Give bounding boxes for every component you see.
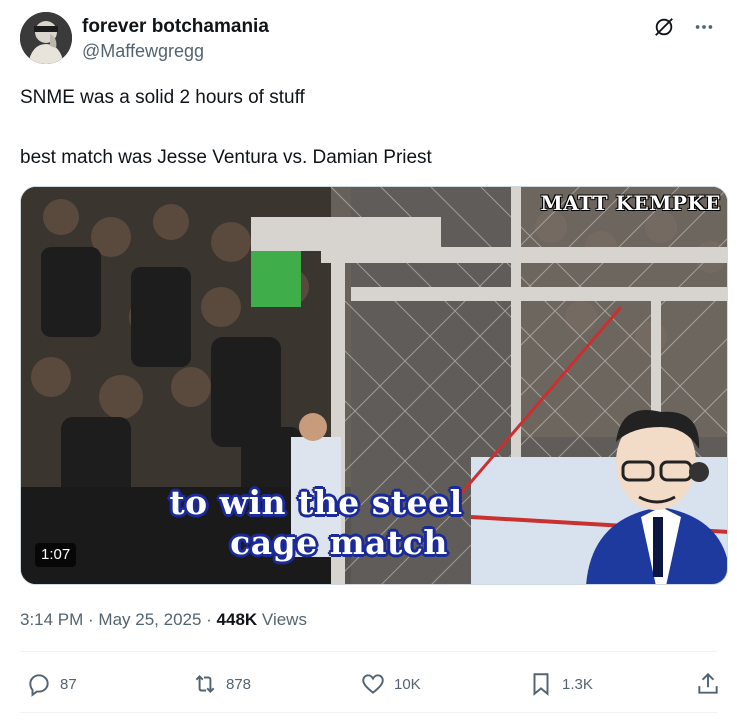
more-icon[interactable] [691, 14, 717, 40]
video-watermark: MATT KEMPKE [540, 191, 721, 215]
reply-icon [29, 674, 49, 697]
reply-button[interactable]: 87 [26, 671, 77, 697]
video-player[interactable]: MATT KEMPKE to win the steel cage match … [20, 186, 728, 585]
tweet-text-line-2: best match was Jesse Ventura vs. Damian … [20, 147, 432, 168]
tweet-meta: 3:14 PM · May 25, 2025 · 448K Views [20, 608, 307, 632]
tweet-time[interactable]: 3:14 PM [20, 610, 83, 629]
author-handle[interactable]: @Maffewgregg [82, 39, 269, 63]
like-button[interactable]: 10K [360, 671, 421, 697]
views-label: Views [257, 610, 307, 629]
like-count: 10K [394, 675, 421, 693]
share-icon [698, 672, 718, 694]
bookmark-count: 1.3K [562, 675, 593, 693]
avatar-photo [20, 12, 72, 64]
views-count[interactable]: 448K [217, 610, 258, 629]
divider [20, 651, 717, 652]
tweet-date[interactable]: May 25, 2025 [98, 610, 201, 629]
tweet-header: forever botchamania @Maffewgregg [20, 12, 717, 64]
video-caption: to win the steel cage match [21, 483, 611, 563]
repost-button[interactable]: 878 [192, 671, 251, 697]
bookmark-button[interactable]: 1.3K [528, 671, 593, 697]
meta-separator: · [83, 610, 99, 629]
repost-icon [195, 675, 215, 693]
video-caption-line-2: cage match [230, 523, 448, 562]
author-display-name[interactable]: forever botchamania [82, 15, 269, 39]
share-button[interactable] [695, 671, 721, 697]
tweet-text-line-1: SNME was a solid 2 hours of stuff [20, 87, 305, 108]
repost-count: 878 [226, 675, 252, 693]
avatar[interactable] [20, 12, 72, 64]
header-actions [651, 14, 717, 40]
heart-icon [362, 674, 384, 694]
author-name-block: forever botchamania @Maffewgregg [82, 15, 269, 63]
video-duration-badge: 1:07 [35, 543, 77, 567]
bookmark-icon [533, 673, 549, 696]
tweet-actions: 87 878 10K 1.3K [20, 663, 725, 707]
video-caption-line-1: to win the steel [169, 483, 463, 522]
reply-count: 87 [60, 675, 77, 693]
divider [20, 712, 717, 713]
grok-icon[interactable] [651, 14, 677, 40]
meta-separator: · [201, 610, 217, 629]
tweet-text: SNME was a solid 2 hours of stuff best m… [20, 86, 717, 170]
